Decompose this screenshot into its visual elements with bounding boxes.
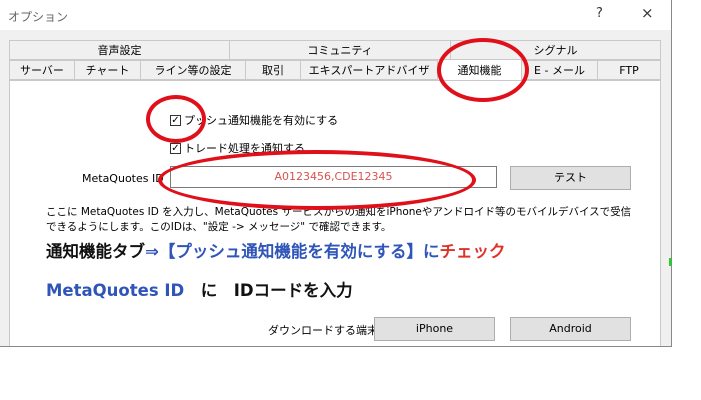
instruction-line-2-id: MetaQuotes ID	[46, 281, 185, 300]
tab-line-settings[interactable]: ライン等の設定	[141, 60, 246, 80]
tab-sound-settings[interactable]: 音声設定	[9, 40, 230, 60]
description-text: ここに MetaQuotes ID を入力し、MetaQuotes サービスから…	[46, 206, 632, 233]
metaquotes-id-label: MetaQuotes ID	[82, 172, 164, 185]
metaquotes-id-input[interactable]: A0123456,CDE12345	[170, 166, 497, 188]
tab-signals[interactable]: シグナル	[451, 40, 661, 60]
tab-row-back: 音声設定 コミュニティ シグナル	[9, 40, 661, 60]
instruction-line-1-check: チェック	[439, 242, 506, 261]
options-dialog: オプション ? × 音声設定 コミュニティ シグナル サーバー チャート ライン…	[0, 0, 672, 347]
title-bar: オプション ? ×	[0, 0, 671, 30]
trade-label: トレード処理を通知する	[184, 142, 305, 155]
instruction-line-1-action: ⇒【プッシュ通知機能を有効にする】に	[145, 242, 440, 261]
instruction-line-2-action: に IDコードを入力	[200, 281, 353, 300]
instruction-line-1-tab: 通知機能タブ	[46, 242, 145, 261]
tab-row-front: サーバー チャート ライン等の設定 取引 エキスパートアドバイザ 通知機能 E …	[9, 59, 661, 81]
push-notification-option[interactable]: ✓ プッシュ通知機能を有効にする	[170, 112, 338, 128]
scroll-marker	[669, 258, 672, 266]
help-icon[interactable]: ?	[596, 6, 603, 21]
tab-ftp[interactable]: FTP	[598, 60, 661, 80]
close-icon[interactable]: ×	[641, 4, 654, 22]
tab-server[interactable]: サーバー	[9, 60, 75, 80]
instruction-line-2: MetaQuotes ID に IDコードを入力	[46, 277, 353, 301]
download-label: ダウンロードする端末:	[268, 324, 382, 337]
test-button[interactable]: テスト	[510, 166, 631, 190]
tab-chart[interactable]: チャート	[75, 60, 141, 80]
tab-email[interactable]: E - メール	[522, 60, 598, 80]
iphone-button[interactable]: iPhone	[374, 317, 495, 341]
trade-notification-option[interactable]: ✓ トレード処理を通知する	[170, 140, 305, 156]
window-title: オプション	[8, 10, 69, 24]
tab-community[interactable]: コミュニティ	[230, 40, 451, 60]
tab-expert-advisor[interactable]: エキスパートアドバイザ	[301, 60, 438, 80]
tab-trade[interactable]: 取引	[246, 60, 301, 80]
push-checkbox[interactable]: ✓	[170, 114, 181, 126]
push-label: プッシュ通知機能を有効にする	[184, 114, 339, 127]
tab-notifications[interactable]: 通知機能	[438, 59, 522, 81]
trade-checkbox[interactable]: ✓	[170, 142, 181, 154]
android-button[interactable]: Android	[510, 317, 631, 341]
instruction-line-1: 通知機能タブ⇒【プッシュ通知機能を有効にする】にチェック	[46, 238, 506, 262]
